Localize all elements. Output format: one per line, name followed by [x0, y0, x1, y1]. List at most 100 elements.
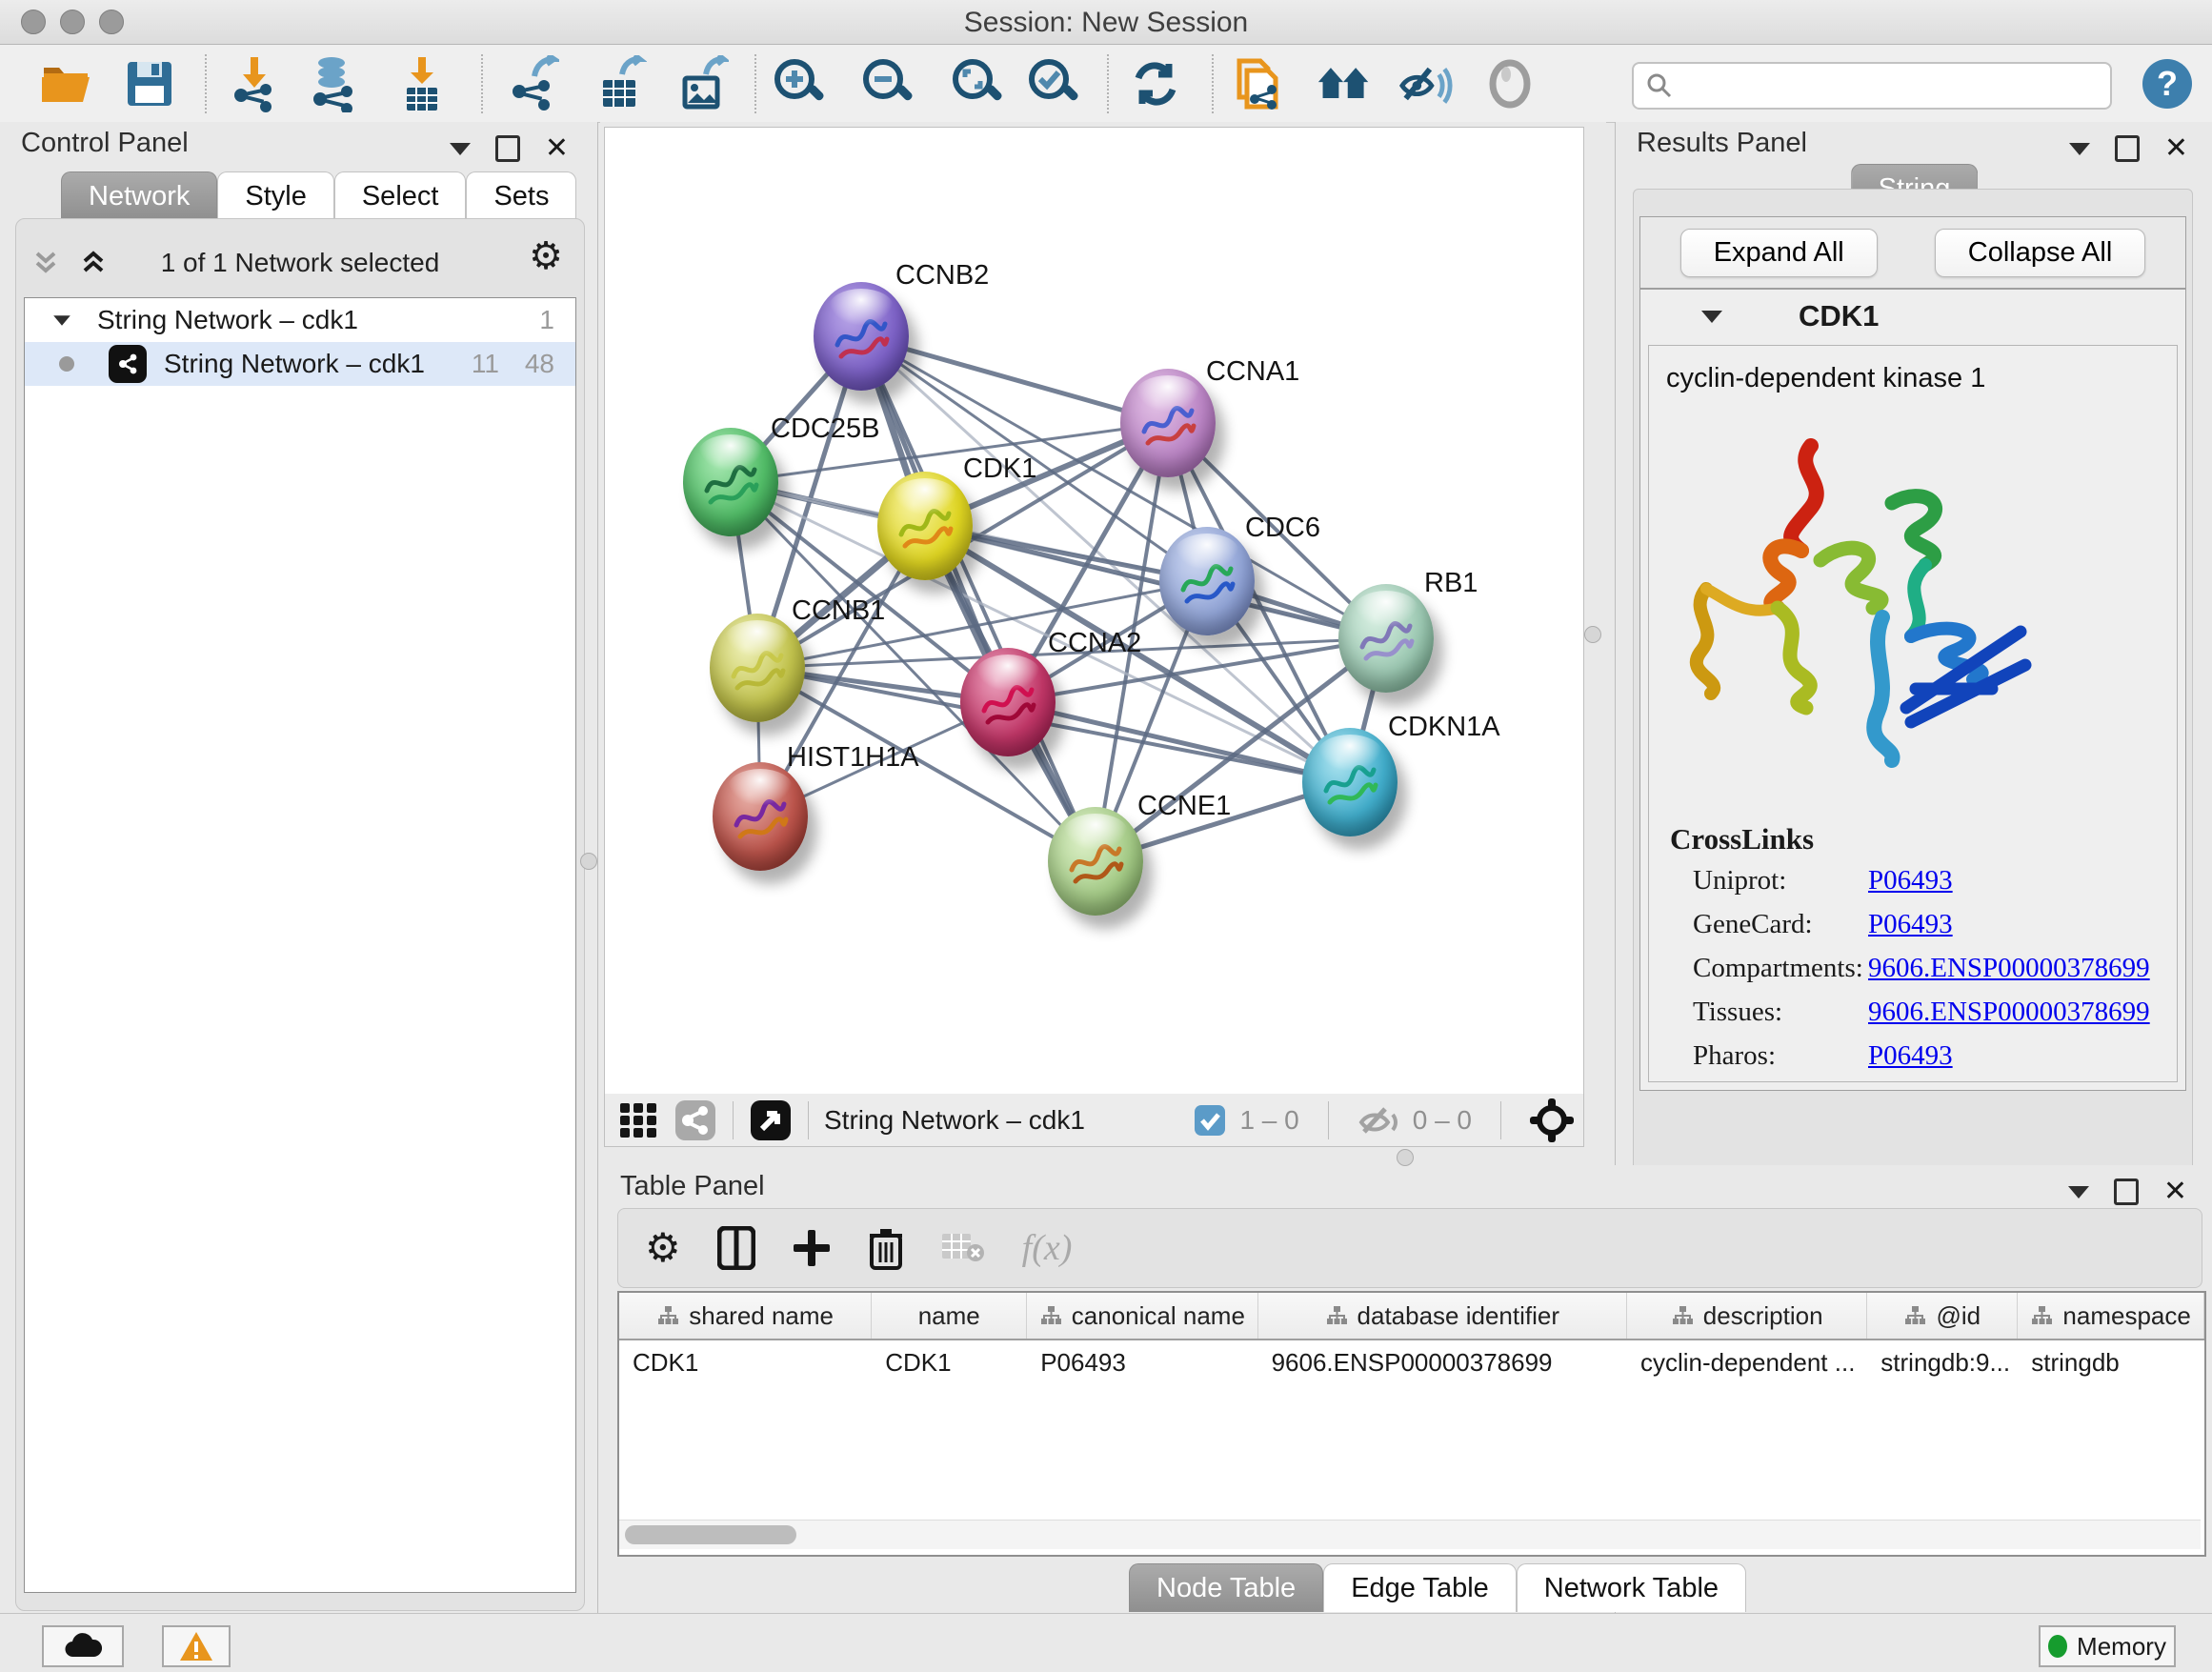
- selected-checkbox-icon[interactable]: [1194, 1104, 1226, 1137]
- node-ccna1[interactable]: [1120, 369, 1216, 477]
- table-cell[interactable]: 9606.ENSP00000378699: [1258, 1348, 1627, 1378]
- tab-edge-table[interactable]: Edge Table: [1323, 1563, 1517, 1612]
- node-cdc6[interactable]: [1159, 527, 1255, 635]
- inactive-eye-icon[interactable]: [1482, 56, 1538, 111]
- column-header-id[interactable]: @id: [1867, 1293, 2018, 1339]
- hide-selected-icon[interactable]: [1398, 56, 1454, 111]
- import-network-database-icon[interactable]: [307, 56, 362, 111]
- detach-view-icon[interactable]: [749, 1098, 793, 1142]
- node-rb1[interactable]: [1338, 584, 1434, 693]
- column-header-canonical-name[interactable]: canonical name: [1027, 1293, 1257, 1339]
- table-cell[interactable]: stringdb: [2018, 1348, 2204, 1378]
- table-horizontal-scrollbar[interactable]: [619, 1520, 2201, 1549]
- crosslink-uniprot-link[interactable]: P06493: [1868, 865, 1953, 896]
- grid-view-icon[interactable]: [618, 1099, 660, 1141]
- zoom-in-icon[interactable]: [772, 56, 827, 111]
- protein-thumbnail: [1174, 552, 1240, 614]
- panel-close-icon[interactable]: ✕: [545, 138, 569, 159]
- delete-column-icon[interactable]: [868, 1226, 904, 1270]
- network-edge[interactable]: [1008, 702, 1350, 782]
- panel-menu-icon[interactable]: [2068, 1186, 2089, 1199]
- open-session-icon[interactable]: [38, 56, 93, 111]
- save-session-icon[interactable]: [122, 56, 177, 111]
- birds-eye-toggle-icon[interactable]: [1530, 1098, 1574, 1142]
- show-columns-icon[interactable]: [717, 1226, 755, 1270]
- memory-button[interactable]: Memory: [2039, 1625, 2176, 1667]
- table-options-gear-icon[interactable]: ⚙: [645, 1228, 681, 1268]
- crosslink-compartments-link[interactable]: 9606.ENSP00000378699: [1868, 953, 2150, 984]
- protein-thumbnail: [975, 673, 1041, 735]
- column-header-name[interactable]: name: [872, 1293, 1027, 1339]
- export-table-icon[interactable]: [593, 56, 648, 111]
- export-image-icon[interactable]: [674, 56, 730, 111]
- warning-status-button[interactable]: [162, 1625, 231, 1667]
- scrollbar-thumb[interactable]: [625, 1525, 796, 1544]
- add-column-icon[interactable]: [792, 1228, 832, 1268]
- network-edge[interactable]: [861, 336, 1096, 861]
- tab-network[interactable]: Network: [61, 171, 217, 220]
- node-cdkn1a[interactable]: [1302, 728, 1398, 836]
- table-cell[interactable]: P06493: [1027, 1348, 1257, 1378]
- zoom-fit-icon[interactable]: [950, 56, 1005, 111]
- panel-close-icon[interactable]: ✕: [2164, 138, 2188, 159]
- table-cell[interactable]: stringdb:9...: [1867, 1348, 2018, 1378]
- gene-name: CDK1: [1799, 299, 1879, 333]
- tab-select[interactable]: Select: [334, 171, 467, 220]
- node-ccna2[interactable]: [960, 648, 1056, 756]
- tab-network-table[interactable]: Network Table: [1517, 1563, 1746, 1612]
- panel-float-icon[interactable]: [495, 135, 520, 162]
- protein-structure-image: [1668, 393, 2068, 794]
- expand-all-button[interactable]: Expand All: [1680, 229, 1878, 277]
- panel-float-icon[interactable]: [2114, 1178, 2139, 1205]
- network-options-gear-icon[interactable]: ⚙: [529, 236, 563, 276]
- panel-float-icon[interactable]: [2115, 135, 2140, 162]
- node-cdk1[interactable]: [877, 472, 973, 580]
- node-cdc25b[interactable]: [683, 428, 778, 536]
- network-view-mode-icon[interactable]: [674, 1098, 717, 1142]
- node-table[interactable]: shared namenamecanonical namedatabase id…: [617, 1291, 2206, 1557]
- search-input[interactable]: [1683, 66, 2110, 106]
- import-network-file-icon[interactable]: [227, 56, 282, 111]
- home-panels-icon[interactable]: [1317, 56, 1372, 111]
- export-network-icon[interactable]: [505, 56, 560, 111]
- column-header-shared-name[interactable]: shared name: [619, 1293, 872, 1339]
- collapse-all-button[interactable]: Collapse All: [1935, 229, 2146, 277]
- annotation-share-icon[interactable]: [1231, 56, 1286, 111]
- refresh-icon[interactable]: [1128, 56, 1183, 111]
- gene-collapse-icon[interactable]: [1701, 311, 1722, 323]
- memory-status-dot: [2048, 1635, 2067, 1658]
- crosslink-pharos-link[interactable]: P06493: [1868, 1040, 1953, 1072]
- table-cell[interactable]: CDK1: [872, 1348, 1027, 1378]
- column-header-database-identifier[interactable]: database identifier: [1258, 1293, 1627, 1339]
- help-icon[interactable]: ?: [2140, 56, 2195, 111]
- tab-node-table[interactable]: Node Table: [1129, 1563, 1323, 1612]
- network-tree-row[interactable]: String Network – cdk11: [25, 298, 575, 342]
- table-cell[interactable]: CDK1: [619, 1348, 872, 1378]
- panel-menu-icon[interactable]: [2069, 143, 2090, 155]
- column-header-namespace[interactable]: namespace: [2018, 1293, 2204, 1339]
- import-table-file-icon[interactable]: [394, 56, 450, 111]
- node-hist1h1a[interactable]: [713, 762, 808, 871]
- cloud-status-button[interactable]: [42, 1625, 124, 1667]
- crosslink-genecard-link[interactable]: P06493: [1868, 909, 1953, 940]
- tree-expand-icon[interactable]: [53, 315, 70, 325]
- right-splitter-handle[interactable]: [1584, 626, 1601, 643]
- column-header-description[interactable]: description: [1627, 1293, 1867, 1339]
- node-ccnb1[interactable]: [710, 614, 805, 722]
- table-cell[interactable]: cyclin-dependent ...: [1627, 1348, 1867, 1378]
- network-canvas[interactable]: CCNB2CCNA1CDC25BCDK1CDC6RB1CCNB1CCNA2CDK…: [604, 127, 1584, 1096]
- tab-style[interactable]: Style: [217, 171, 333, 220]
- network-tree-row[interactable]: String Network – cdk11148: [25, 342, 575, 386]
- zoom-selected-icon[interactable]: [1026, 56, 1081, 111]
- crosslink-tissues-link[interactable]: 9606.ENSP00000378699: [1868, 997, 2150, 1028]
- bottom-splitter-handle[interactable]: [1397, 1149, 1414, 1166]
- panel-close-icon[interactable]: ✕: [2163, 1181, 2187, 1202]
- left-splitter-handle[interactable]: [580, 853, 597, 870]
- node-ccnb2[interactable]: [814, 282, 909, 391]
- zoom-out-icon[interactable]: [860, 56, 915, 111]
- protein-thumbnail: [697, 453, 764, 515]
- network-view-panel: CCNB2CCNA1CDC25BCDK1CDC6RB1CCNB1CCNA2CDK…: [600, 122, 1606, 1165]
- panel-menu-icon[interactable]: [450, 143, 471, 155]
- tab-sets[interactable]: Sets: [466, 171, 576, 220]
- node-ccne1[interactable]: [1048, 807, 1143, 916]
